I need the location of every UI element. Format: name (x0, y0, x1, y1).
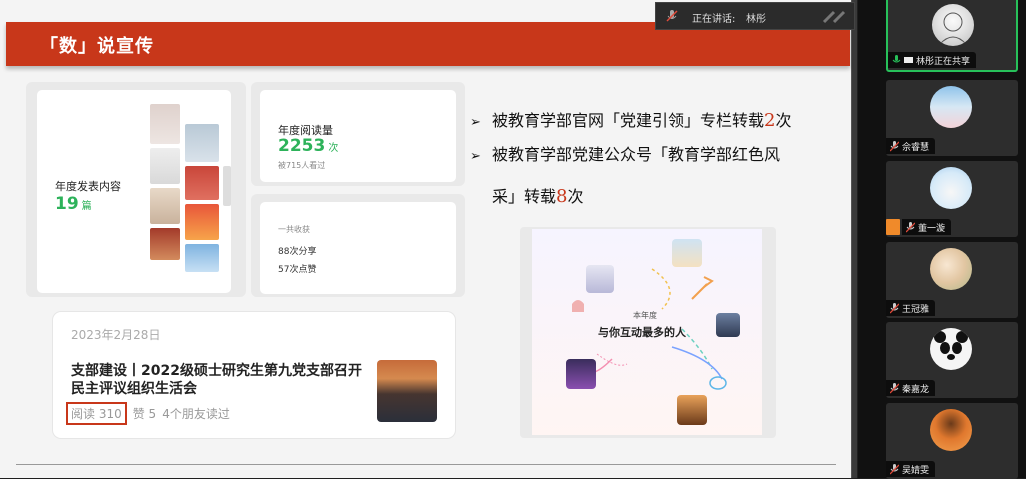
avatar (930, 167, 972, 209)
participant-tile-6[interactable]: 吴婧雯 (886, 403, 1018, 479)
interaction-panel: 本年度 与你互动最多的人 (520, 227, 776, 438)
annual-posts-value: 19 篇 (55, 194, 92, 214)
thumbnail-image (150, 188, 180, 224)
thumbnail-image (185, 166, 219, 200)
participant-name: 佘睿慧 (902, 142, 930, 153)
participant-tile-4[interactable]: 王冠雅 (886, 242, 1018, 318)
participant-name: 王冠雅 (902, 304, 930, 315)
participant-name: 林彤正在共享 (916, 56, 971, 67)
arrow-right-icon: ➢ (470, 115, 481, 130)
likes-count: 57次点赞 (278, 265, 317, 275)
thumbnail-image (185, 244, 219, 272)
sketch-portrait-icon (939, 12, 967, 45)
annual-posts-panel: 年度发表内容 19 篇 (26, 82, 246, 297)
participant-tile-2[interactable]: 佘睿慧 (886, 80, 1018, 156)
participant-panel: 林彤正在共享 佘睿慧 董一漩 王冠雅 秦嘉龙 吴婧雯 (858, 0, 1026, 479)
annual-posts-card: 年度发表内容 19 篇 (37, 90, 231, 293)
participant-name-bar: 秦嘉龙 (886, 380, 936, 396)
participant-tile-3[interactable]: 董一漩 (886, 161, 1018, 237)
friend-avatar (566, 359, 596, 389)
slide-divider (16, 464, 836, 465)
avatar (930, 409, 972, 451)
slide-title: 「数」说宣传 (40, 36, 154, 57)
mic-muted-icon (906, 221, 915, 232)
mic-muted-icon (890, 302, 899, 313)
participant-name: 秦嘉龙 (902, 384, 930, 395)
like-count: 赞 5 (132, 407, 157, 421)
annual-posts-label: 年度发表内容 (55, 180, 121, 193)
participant-tile-5[interactable]: 秦嘉龙 (886, 322, 1018, 398)
total-gain-label: 一共收获 (278, 225, 310, 234)
read-count: 阅读 310 (66, 402, 127, 425)
shares-count: 88次分享 (278, 247, 317, 257)
participant-name: 吴婧雯 (902, 465, 930, 476)
mic-muted-icon (890, 140, 899, 151)
avatar (932, 4, 974, 46)
presentation-slide: 「数」说宣传 年度发表内容 19 篇 年度阅读量 2253 次 被715人看过 … (0, 0, 852, 478)
annual-reads-panel: 年度阅读量 2253 次 被715人看过 (251, 82, 465, 186)
friend-avatar (672, 239, 702, 267)
interaction-card: 本年度 与你互动最多的人 (532, 229, 762, 435)
speaking-label: 正在讲话: (692, 14, 736, 25)
friend-avatar (716, 313, 740, 337)
thumbnail-image (185, 204, 219, 240)
participant-name-bar: 董一漩 (902, 219, 952, 235)
speaking-name: 林彤 (746, 14, 766, 25)
bullet-2-continuation: 采」转载8次 (492, 186, 584, 207)
mic-muted-icon (890, 463, 899, 474)
friends-read: 4个朋友读过 (162, 407, 230, 421)
participant-tile-1[interactable]: 林彤正在共享 (886, 0, 1018, 72)
arrow-right-icon: ➢ (470, 149, 481, 164)
avatar (930, 248, 972, 290)
total-gain-panel: 一共收获 88次分享 57次点赞 (251, 194, 465, 297)
article-card: 2023年2月28日 支部建设丨2022级硕士研究生第九党支部召开民主评议组织生… (53, 312, 455, 438)
host-icon (886, 219, 900, 235)
participant-name-bar: 吴婧雯 (886, 461, 936, 477)
avatar (930, 328, 972, 370)
speaking-indicator: 正在讲话: 林彤 (655, 2, 855, 30)
mic-on-icon (892, 54, 901, 62)
total-gain-card: 一共收获 88次分享 57次点赞 (260, 202, 456, 294)
annual-reads-value: 2253 次 (278, 136, 339, 156)
shared-screen-area: 「数」说宣传 年度发表内容 19 篇 年度阅读量 2253 次 被715人看过 … (0, 0, 857, 478)
friend-avatar (677, 395, 707, 425)
participant-name-bar: 王冠雅 (886, 300, 936, 316)
thumbnail-image (150, 104, 180, 144)
thumbnail-image (185, 124, 219, 162)
friend-avatar (586, 265, 614, 293)
participant-name-bar: 林彤正在共享 (888, 52, 977, 68)
thumbnail-image (150, 148, 180, 184)
article-photo (377, 360, 437, 422)
participant-name: 董一漩 (918, 223, 946, 234)
mic-muted-icon (890, 382, 899, 393)
interaction-title: 与你互动最多的人 (598, 326, 686, 339)
thumbnail-image (223, 166, 231, 206)
expand-icon[interactable] (822, 10, 848, 24)
interaction-subtitle: 本年度 (633, 311, 657, 320)
bullet-2: ➢ 被教育学部党建公众号「教育学部红色风 (470, 140, 780, 170)
article-date: 2023年2月28日 (71, 328, 161, 342)
bullet-1: ➢ 被教育学部官网「党建引领」专栏转载2次 (470, 104, 791, 138)
participant-name-bar: 佘睿慧 (886, 138, 936, 154)
annual-reads-sub: 被715人看过 (278, 161, 326, 170)
article-title: 支部建设丨2022级硕士研究生第九党支部召开民主评议组织生活会 (71, 363, 362, 397)
mic-muted-icon (666, 10, 678, 22)
avatar (930, 86, 972, 128)
annual-reads-card: 年度阅读量 2253 次 被715人看过 (260, 90, 456, 182)
screen-share-icon (904, 56, 913, 63)
article-meta: 阅读 310 赞 5 4个朋友读过 (66, 402, 230, 425)
thumbnail-image (150, 228, 180, 260)
panda-icon (934, 331, 968, 360)
